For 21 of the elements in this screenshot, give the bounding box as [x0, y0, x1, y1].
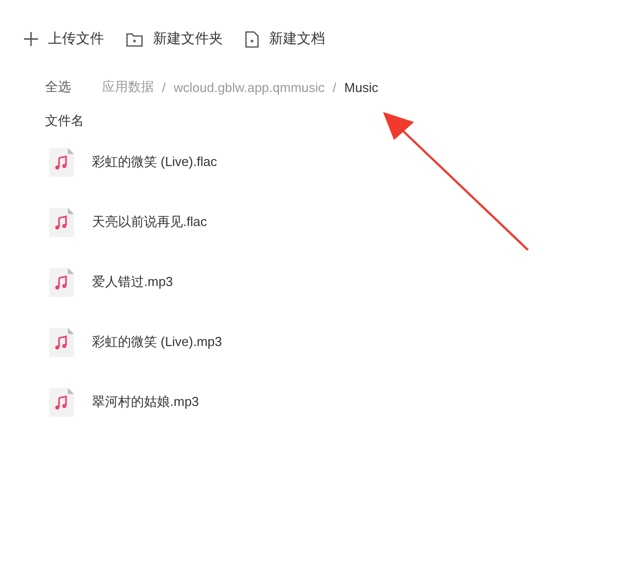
- music-file-icon: [49, 208, 74, 236]
- breadcrumb-separator: /: [332, 80, 336, 94]
- music-file-icon: [49, 148, 74, 176]
- column-header: 文件名: [44, 112, 85, 130]
- file-name[interactable]: 爱人错过.mp3: [92, 273, 173, 291]
- breadcrumb-separator: /: [162, 80, 166, 94]
- select-all-link[interactable]: 全选: [45, 78, 71, 96]
- file-name[interactable]: 彩虹的微笑 (Live).mp3: [92, 333, 222, 351]
- plus-icon: [24, 32, 38, 46]
- toolbar-button[interactable]: 新建文档: [245, 30, 325, 48]
- music-file-icon: [49, 268, 74, 296]
- file-name[interactable]: 天亮以前说再见.flac: [92, 213, 207, 231]
- folder-icon: [126, 32, 143, 46]
- file-name[interactable]: 彩虹的微笑 (Live).flac: [92, 153, 217, 171]
- breadcrumb-link[interactable]: Music: [344, 80, 378, 94]
- music-file-icon: [49, 328, 74, 356]
- file-name[interactable]: 翠河村的姑娘.mp3: [92, 393, 199, 411]
- toolbar-button[interactable]: 新建文件夹: [126, 30, 223, 48]
- music-file-icon: [49, 388, 74, 416]
- toolbar-button[interactable]: 上传文件: [24, 30, 104, 48]
- document-icon: [245, 30, 259, 48]
